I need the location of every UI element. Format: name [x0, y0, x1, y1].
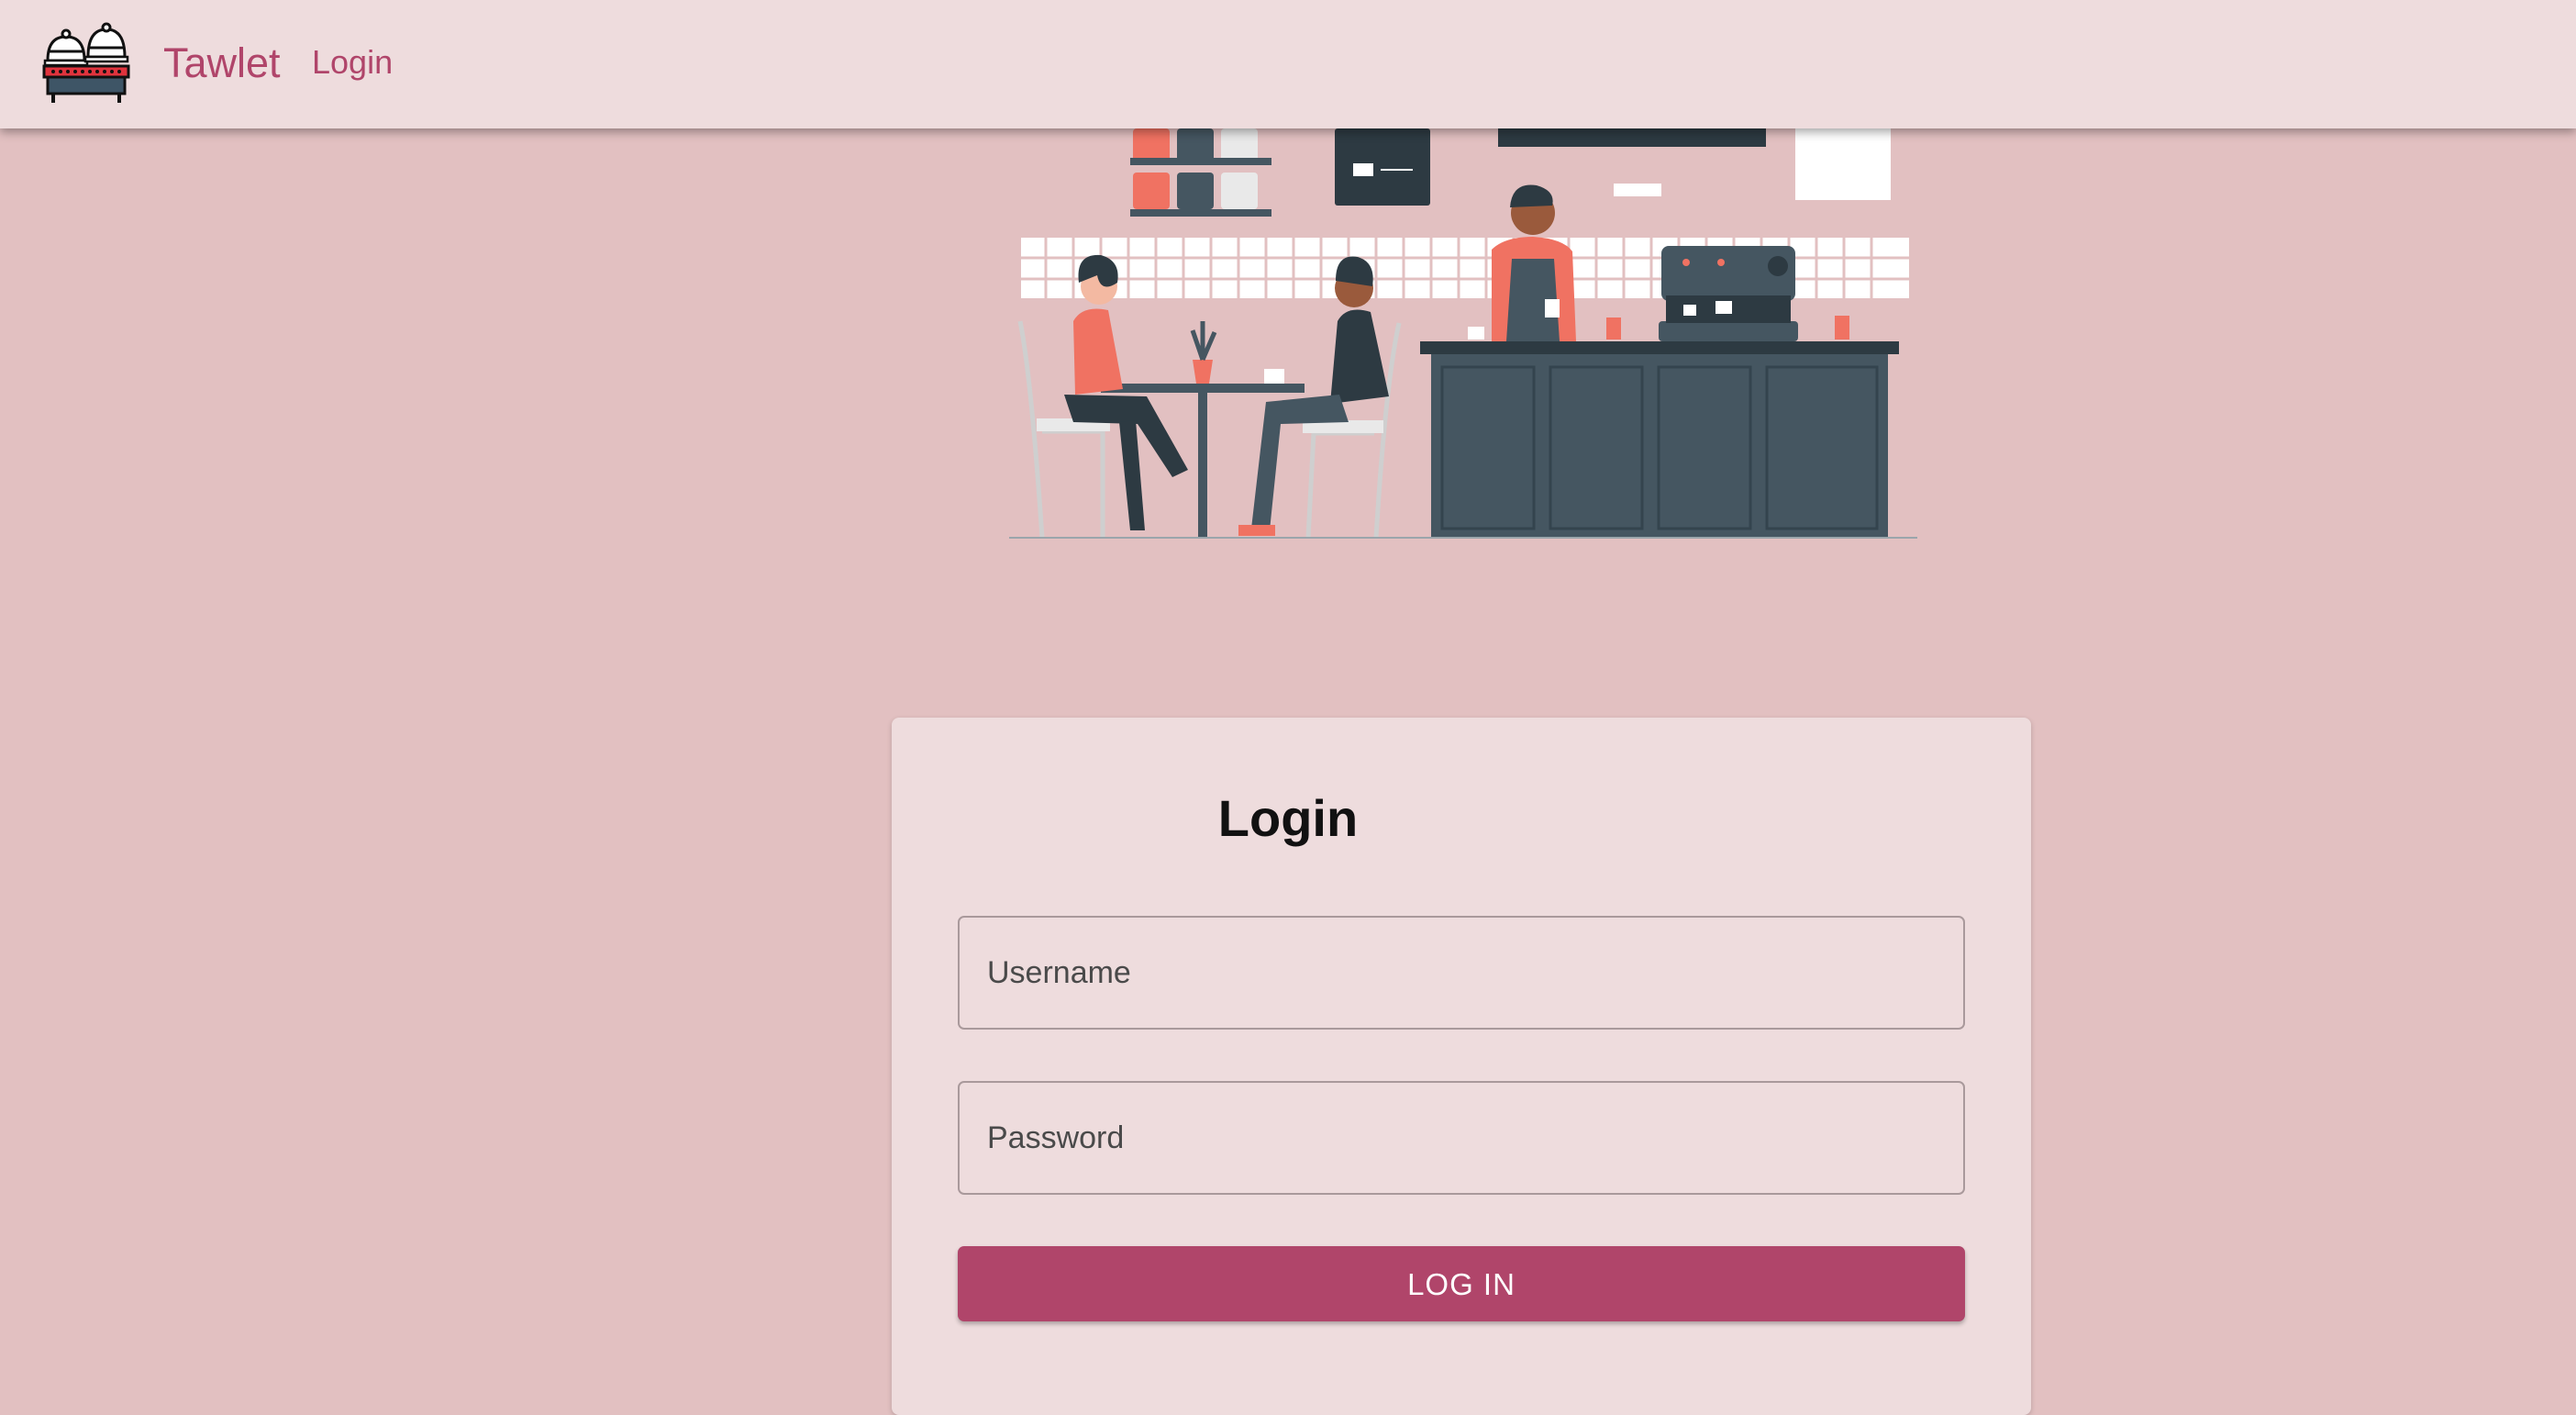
- coffee-counter: [1420, 341, 1899, 538]
- password-input[interactable]: [960, 1083, 1963, 1193]
- brand-name[interactable]: Tawlet: [163, 35, 281, 92]
- username-field[interactable]: [958, 916, 1965, 1030]
- espresso-machine: [1659, 246, 1798, 341]
- coffee-shop-illustration: [1009, 128, 1917, 539]
- login-submit-button[interactable]: LOG IN: [958, 1246, 1965, 1321]
- nav-login-link[interactable]: Login: [312, 39, 393, 86]
- app-bar: Tawlet Login: [0, 0, 2576, 128]
- food-cloche-table-icon[interactable]: [42, 22, 130, 105]
- username-input[interactable]: [960, 918, 1963, 1028]
- login-title: Login: [1217, 789, 1359, 847]
- shelf-with-coffee-bags: [1130, 128, 1271, 217]
- menu-board: [1335, 128, 1430, 206]
- barista-figure: [1492, 184, 1576, 341]
- password-field[interactable]: [958, 1081, 1965, 1195]
